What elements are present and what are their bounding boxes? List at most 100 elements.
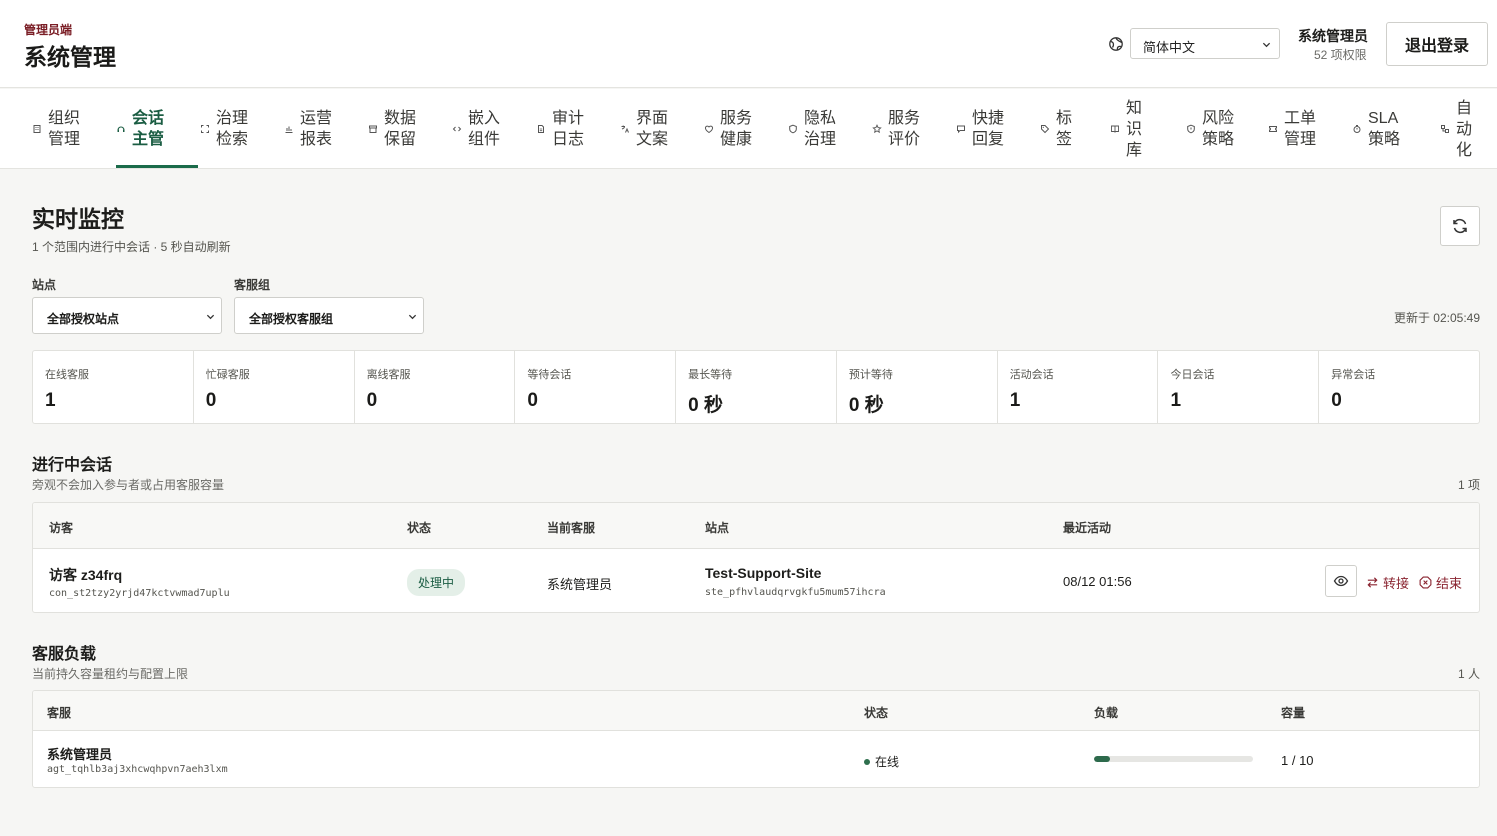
- sessions-subtitle: 旁观不会加入参与者或占用客服容量: [32, 478, 225, 492]
- table-header: 访客 状态 当前客服 站点 最近活动: [33, 503, 1479, 549]
- nav-item-label: 界面 文案: [636, 110, 669, 148]
- transfer-button[interactable]: 转接: [1366, 573, 1409, 592]
- nav-item-label: 隐私 治理: [804, 110, 837, 148]
- sessions-count: 1 项: [1457, 478, 1480, 492]
- nav-item[interactable]: 嵌入 组件: [452, 89, 518, 169]
- site-id: ste_pfhvlaudqrvgkfu5mum57ihcra: [705, 587, 886, 598]
- column-header: 当前客服: [547, 521, 596, 535]
- site-filter-select[interactable]: 全部授权站点: [32, 297, 222, 334]
- heart-pulse-icon: [704, 125, 714, 134]
- stat-label: 离线客服: [366, 369, 411, 381]
- agent-id: agt_tqhlb3aj3xhcwqhpvn7aeh3lxm: [47, 764, 228, 775]
- top-header: 管理员端 系统管理 简体中文 系统管理员 52 项权限 退出登录: [0, 0, 1497, 88]
- nav-item[interactable]: 会话 主管: [116, 89, 198, 169]
- nav-item[interactable]: 审计 日志: [536, 89, 602, 169]
- stat-value: 0: [1331, 390, 1342, 411]
- end-label: 结束: [1436, 576, 1463, 591]
- chevron-down-icon: [408, 314, 417, 320]
- nav-item-label: 治理 检索: [216, 110, 249, 148]
- stat-card: 预计等待 0 秒: [837, 351, 998, 423]
- nav-item[interactable]: 快捷 回复: [956, 89, 1022, 169]
- tag-icon: [1041, 125, 1050, 134]
- column-header: 站点: [705, 521, 730, 535]
- chevron-down-icon: [206, 314, 215, 320]
- nav-item-label: 工单 管理: [1284, 110, 1317, 148]
- shield-icon: [789, 124, 797, 134]
- agent-name: 系统管理员: [47, 747, 113, 762]
- stat-label: 在线客服: [45, 369, 89, 381]
- column-header: 负载: [1094, 706, 1119, 720]
- refresh-button[interactable]: [1440, 206, 1480, 246]
- updated-time: 更新于 02:05:49: [1393, 311, 1480, 325]
- nav-item[interactable]: 运营 报表: [284, 89, 350, 169]
- column-header: 最近活动: [1063, 521, 1112, 535]
- visitor-id: con_st2tzy2yrjd47kctvwmad7uplu: [49, 588, 230, 599]
- nav-item[interactable]: 工单 管理: [1268, 89, 1334, 169]
- status-badge: 处理中: [407, 569, 466, 596]
- current-agent: 系统管理员: [547, 577, 613, 592]
- site-filter-value: 全部授权站点: [47, 312, 120, 326]
- eye-icon: [1333, 575, 1349, 587]
- language-select[interactable]: 简体中文: [1130, 28, 1280, 59]
- code-icon: [452, 126, 462, 132]
- nav-item-label: 运营 报表: [300, 110, 333, 148]
- stat-value: 1: [45, 390, 56, 411]
- stat-card: 异常会话 0: [1319, 351, 1479, 423]
- logout-button[interactable]: 退出登录: [1386, 22, 1488, 66]
- stat-value: 0: [205, 390, 217, 411]
- column-header: 访客: [49, 521, 74, 535]
- nav-item-label: 会话 主管: [132, 110, 165, 148]
- load-title: 客服负载: [32, 646, 97, 663]
- column-header: 容量: [1281, 706, 1306, 720]
- online-dot-icon: [864, 758, 870, 765]
- site-filter-label: 站点: [32, 278, 57, 292]
- site-name: Test-Support-Site: [705, 565, 822, 581]
- nav-item-label: 组织 管理: [48, 110, 81, 148]
- nav-item[interactable]: 隐私 治理: [788, 89, 854, 169]
- nav-item[interactable]: SLA 策略: [1352, 89, 1422, 169]
- nav-item[interactable]: 知 识 库: [1110, 89, 1164, 169]
- nav-item-label: SLA 策略: [1368, 110, 1401, 148]
- nav-item[interactable]: 风险 策略: [1186, 89, 1252, 169]
- page-subtitle: 1 个范围内进行中会话 · 5 秒自动刷新: [32, 240, 231, 254]
- book-icon: [1111, 125, 1119, 133]
- nav-item[interactable]: 数据 保留: [368, 89, 434, 169]
- stat-card: 活动会话 1: [998, 351, 1159, 423]
- stat-card: 忙碌客服 0: [194, 351, 355, 423]
- nav-item[interactable]: 服务 健康: [704, 89, 770, 169]
- chevron-down-icon: [1262, 42, 1271, 48]
- table-row[interactable]: 访客 z34frq con_st2tzy2yrjd47kctvwmad7uplu…: [33, 549, 1479, 612]
- alert-shield-icon: [1187, 124, 1195, 134]
- sessions-table: 访客 状态 当前客服 站点 最近活动 访客 z34frq con_st2tzy2…: [32, 502, 1480, 613]
- stat-label: 异常会话: [1331, 369, 1376, 381]
- headset-icon: [117, 126, 125, 132]
- stat-card: 在线客服 1: [33, 351, 194, 423]
- nav-item[interactable]: 自 动 化: [1440, 89, 1496, 169]
- observe-button[interactable]: [1325, 565, 1357, 597]
- nav-item[interactable]: 组织 管理: [32, 89, 106, 169]
- stat-label: 等待会话: [527, 369, 572, 381]
- nav-item-label: 风险 策略: [1202, 110, 1235, 148]
- workflow-icon: [1441, 125, 1449, 133]
- group-filter-select[interactable]: 全部授权客服组: [234, 297, 424, 334]
- stat-label: 忙碌客服: [205, 369, 250, 381]
- archive-icon: [369, 125, 377, 133]
- agent-status: 在线: [864, 753, 899, 770]
- end-session-button[interactable]: 结束: [1419, 573, 1462, 592]
- bar-chart-icon: [285, 126, 293, 133]
- stats-panel: 在线客服 1 忙碌客服 0 离线客服 0 等待会话 0 最长等待 0 秒预计等待 0 秒活动会话 1 今…: [32, 350, 1480, 424]
- nav-item-label: 数据 保留: [384, 110, 417, 148]
- main-nav: 组织 管理 会话 主管 治理 检索 运营 报表 数据 保留 嵌入 组件 审计 日志 界面 文案…: [0, 89, 1497, 169]
- nav-item[interactable]: 服务 评价: [872, 89, 938, 169]
- stat-label: 今日会话: [1170, 369, 1215, 381]
- nav-item[interactable]: 界面 文案: [620, 89, 686, 169]
- stat-value: 0 秒: [688, 395, 723, 416]
- nav-item[interactable]: 标 签: [1040, 89, 1094, 169]
- nav-item[interactable]: 治理 检索: [200, 89, 266, 169]
- timer-icon: [1353, 125, 1361, 133]
- table-row: 系统管理员 agt_tqhlb3aj3xhcwqhpvn7aeh3lxm 在线 …: [33, 731, 1479, 787]
- user-permissions: 52 项权限: [1314, 48, 1367, 62]
- stat-value: 0: [527, 390, 538, 411]
- stat-value: 0 秒: [848, 395, 884, 416]
- agent-capacity: 1 / 10: [1281, 753, 1314, 768]
